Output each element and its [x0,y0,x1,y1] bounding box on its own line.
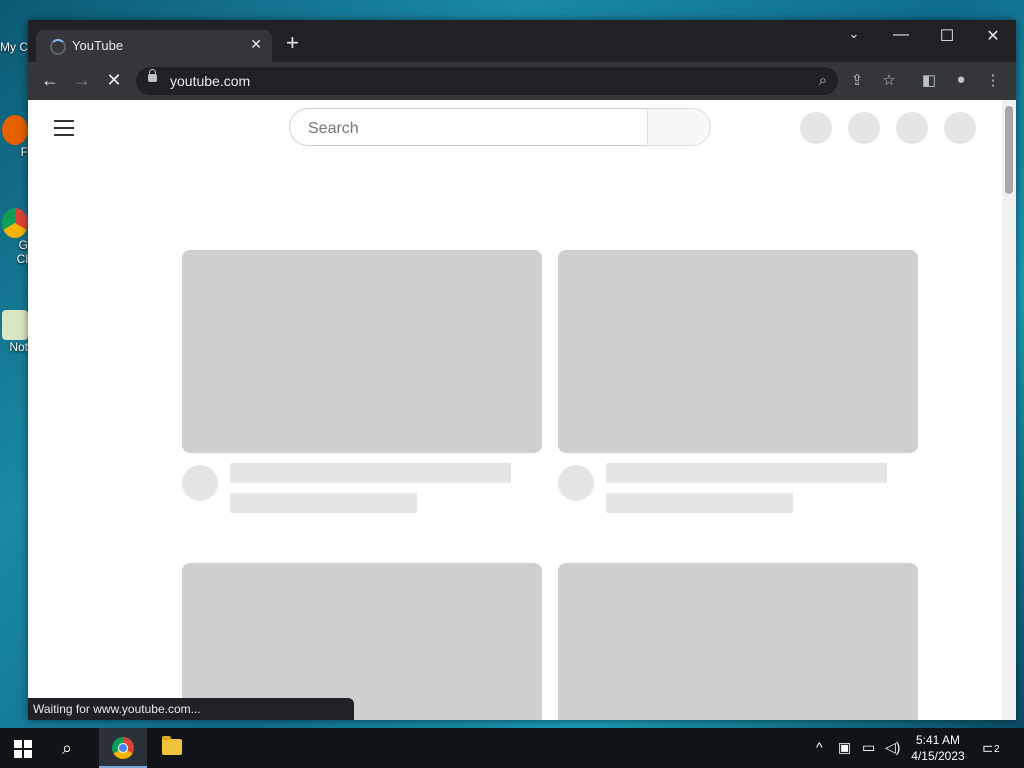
meta-line-placeholder [230,493,417,513]
desktop-icon-label: F [20,145,28,159]
search-icon[interactable]: ⌕ [62,738,72,759]
more-menu-icon[interactable]: ⋮ [982,71,1004,89]
desktop-icon-my-computer[interactable]: My C [0,10,28,54]
desktop-icon-label: My C [0,40,28,54]
notification-center-icon[interactable]: ▭ 2 [982,738,1002,758]
status-bubble: Waiting for www.youtube.com... [28,698,354,720]
channel-avatar-placeholder [558,465,594,501]
taskbar-file-explorer[interactable] [148,728,196,768]
tab-title: YouTube [72,38,124,53]
computer-icon [2,10,28,40]
zoom-search-icon[interactable]: ⌕ [812,72,834,89]
page-scrollbar[interactable] [1002,100,1016,720]
address-url[interactable]: youtube.com [170,73,250,89]
menu-hamburger-icon[interactable] [54,120,74,141]
desktop-icon-notepad[interactable]: Not [0,310,28,354]
search-input[interactable] [306,119,630,139]
back-button[interactable]: ← [38,70,62,91]
clock[interactable]: 5:41 AM 4/15/2023 [906,732,970,764]
header-placeholder [848,112,880,144]
title-line-placeholder [606,463,887,483]
desktop-icon-firefox[interactable]: F [0,115,28,159]
loading-spinner-icon [50,39,66,55]
notepad-icon [2,310,28,340]
minimize-button[interactable]: — [886,26,916,44]
header-placeholder [896,112,928,144]
close-window-button[interactable]: ✕ [978,26,1008,46]
battery-icon[interactable]: ▣ [838,739,851,756]
header-placeholder [800,112,832,144]
bookmark-star-icon[interactable]: ☆ [878,71,900,89]
browser-window: YouTube ✕ + ⌄ — ☐ ✕ ← → ✕ youtube.com ⌕ … [28,20,1016,720]
chrome-icon [2,208,28,238]
tab-youtube[interactable]: YouTube ✕ [36,30,272,62]
search-box[interactable] [289,108,647,146]
folder-icon [162,736,182,755]
windows-start-icon[interactable] [14,740,32,758]
scrollbar-thumb[interactable] [1005,106,1013,194]
title-bar: YouTube ✕ + ⌄ — ☐ ✕ [28,20,1016,62]
video-thumbnail-placeholder [182,563,542,720]
firefox-icon [2,115,28,145]
channel-avatar-placeholder [182,465,218,501]
lock-icon[interactable] [148,69,157,82]
taskbar-chrome[interactable] [99,728,147,768]
browser-toolbar: ← → ✕ youtube.com ⌕ ⇪ ☆ ◧ ● ⋮ [28,62,1016,100]
meta-line-placeholder [606,493,793,513]
chrome-icon [112,737,134,759]
desktop-icon-label: Cl [16,252,28,266]
video-thumbnail-placeholder [558,250,918,453]
network-icon[interactable]: ▭ [862,739,875,756]
maximize-button[interactable]: ☐ [932,26,962,46]
chevron-up-icon[interactable]: ^ [816,739,823,755]
desktop-icon-label: G [18,238,28,252]
notification-count: 2 [992,744,1002,755]
title-line-placeholder [230,463,511,483]
video-thumbnail-placeholder [558,563,918,720]
side-panel-icon[interactable]: ◧ [918,71,940,89]
search-button[interactable] [647,108,711,146]
youtube-page [28,100,1016,720]
forward-button[interactable]: → [70,70,94,91]
volume-icon[interactable]: ◁) [885,739,900,756]
desktop-icon-label: Not [9,340,28,354]
tab-close-icon[interactable]: ✕ [250,36,262,53]
stop-loading-button[interactable]: ✕ [102,70,126,91]
clock-time: 5:41 AM [915,733,961,747]
taskbar: ⌕ ^ ▣ ▭ ◁) 5:41 AM 4/15/2023 ▭ 2 [0,728,1024,768]
video-thumbnail-placeholder [182,250,542,453]
profile-icon[interactable]: ● [950,71,972,88]
clock-date: 4/15/2023 [911,749,965,763]
tab-search-chevron-icon[interactable]: ⌄ [839,26,869,42]
address-bar[interactable]: youtube.com ⌕ [136,67,838,95]
new-tab-button[interactable]: + [286,32,299,54]
desktop-icon-google-chrome[interactable]: G Cl [0,208,28,266]
header-placeholder [944,112,976,144]
share-icon[interactable]: ⇪ [846,71,868,89]
status-text: Waiting for www.youtube.com... [33,702,201,716]
